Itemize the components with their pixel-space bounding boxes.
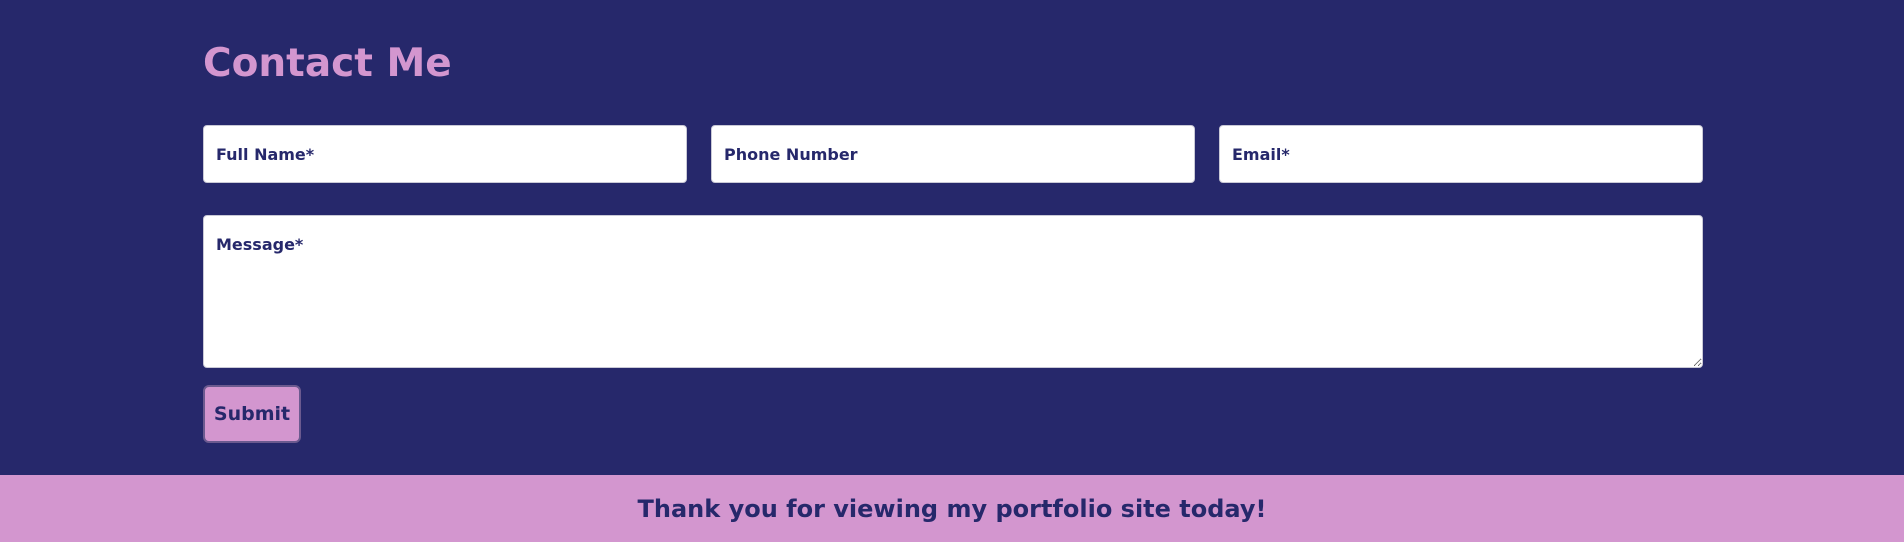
contact-section: Contact Me Submit (0, 0, 1904, 475)
footer: Thank you for viewing my portfolio site … (0, 475, 1904, 542)
email-field[interactable] (1219, 125, 1703, 183)
full-name-field[interactable] (203, 125, 687, 183)
submit-button[interactable]: Submit (203, 385, 301, 443)
message-field[interactable] (203, 215, 1703, 368)
footer-text: Thank you for viewing my portfolio site … (637, 494, 1267, 523)
phone-number-field[interactable] (711, 125, 1195, 183)
page-title: Contact Me (203, 41, 452, 86)
